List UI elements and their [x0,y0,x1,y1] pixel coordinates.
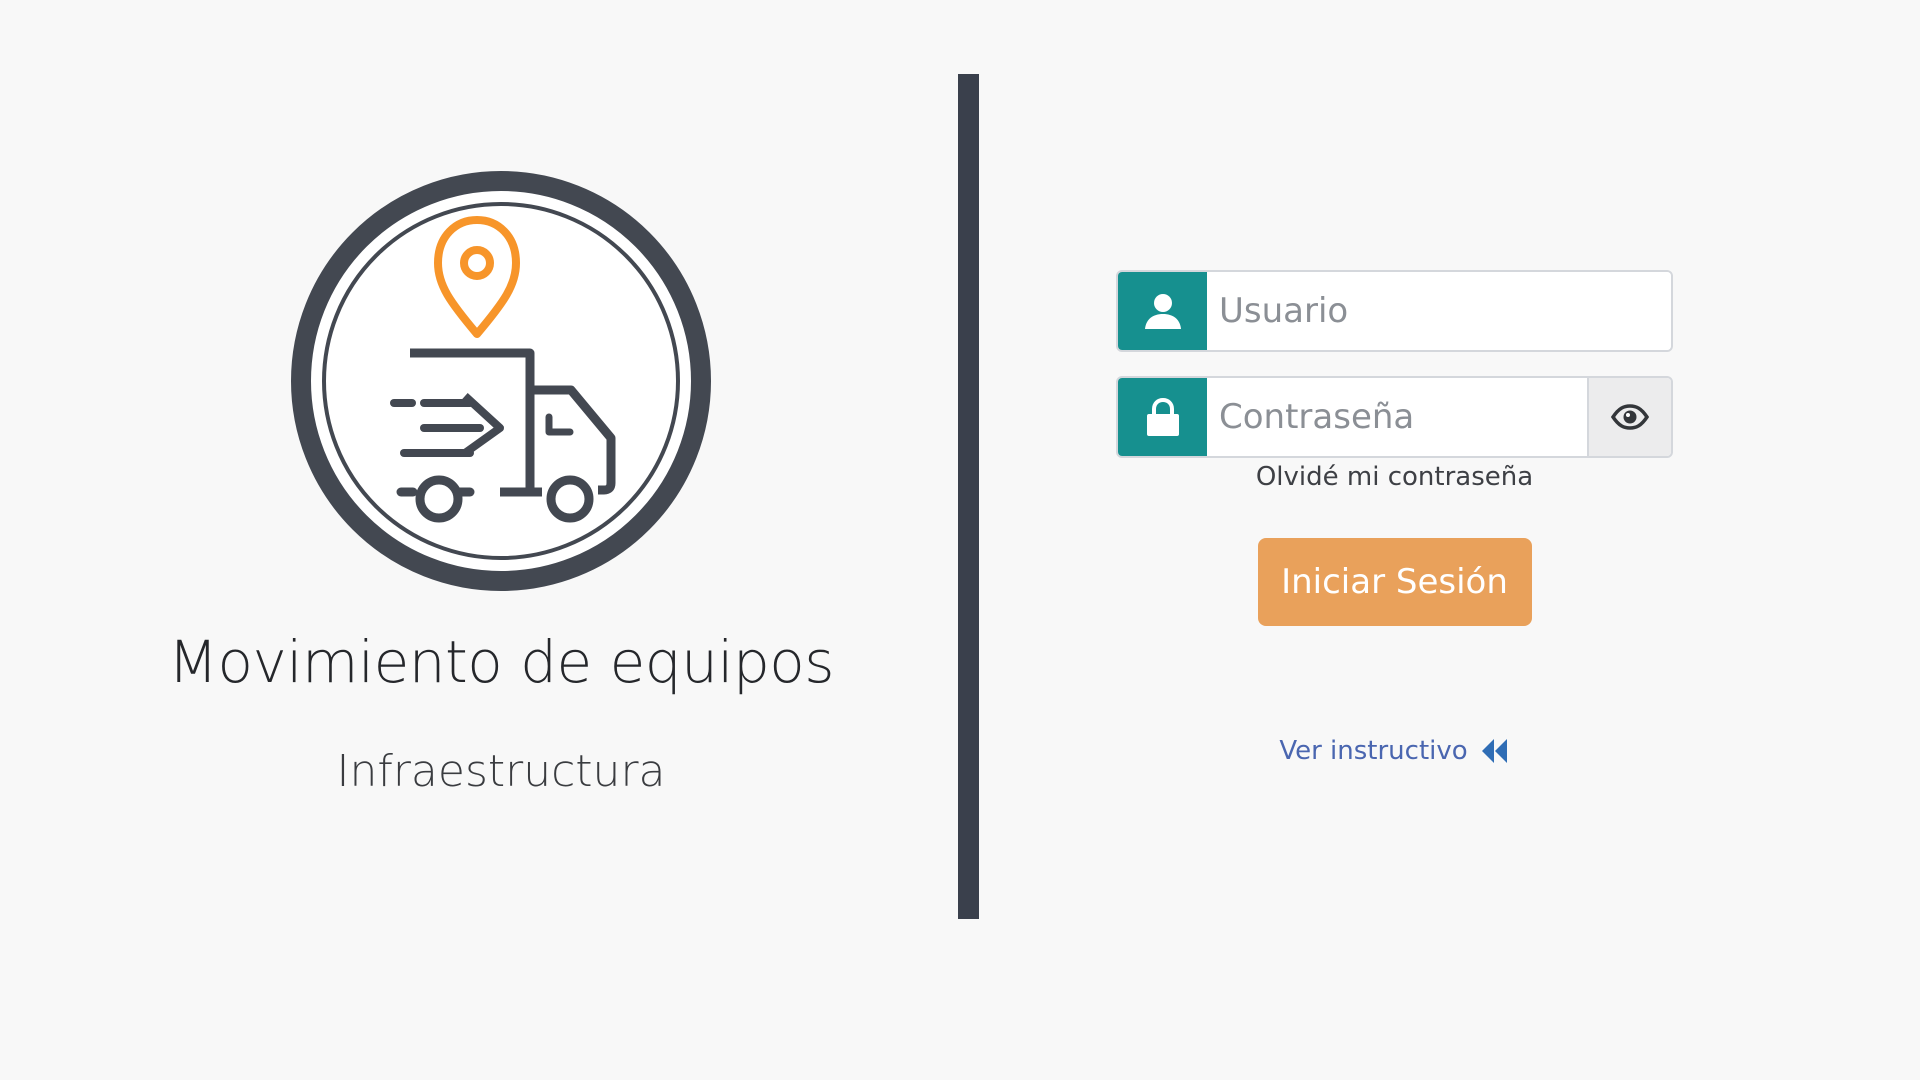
app-subtitle: Infraestructura [336,746,666,797]
app-title: Movimiento de equipos [167,628,835,696]
password-input[interactable] [1207,378,1587,456]
view-instructions-label: Ver instructivo [1279,736,1468,766]
username-input[interactable] [1207,272,1671,350]
show-password-button[interactable] [1587,378,1671,456]
logo [290,170,712,592]
vertical-divider [958,74,979,919]
delivery-truck-location-icon [291,171,711,591]
login-button[interactable]: Iniciar Sesión [1257,538,1532,626]
double-chevron-left-icon [1481,739,1507,763]
login-form: Olvidé mi contraseña Iniciar Sesión [1116,270,1673,626]
branding-panel: Movimiento de equipos Infraestructura [0,0,958,1080]
user-icon [1118,272,1207,350]
forgot-password-link[interactable]: Olvidé mi contraseña [1116,462,1673,492]
password-input-group [1116,376,1673,458]
lock-icon [1118,378,1207,456]
eye-icon [1611,404,1649,430]
username-input-group [1116,270,1673,352]
view-instructions-link[interactable]: Ver instructivo [1116,736,1673,766]
